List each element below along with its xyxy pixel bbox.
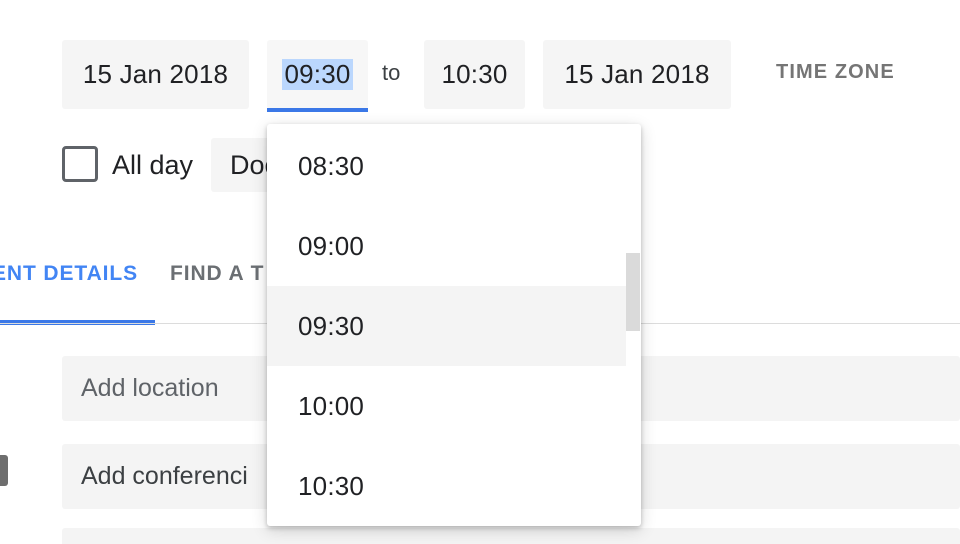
tab-find-a-time[interactable]: FIND A T (170, 262, 264, 286)
start-time-value: 09:30 (282, 58, 353, 91)
sidebar-edge-handle[interactable] (0, 455, 8, 486)
all-day-checkbox[interactable] (62, 146, 98, 182)
dropdown-scrollbar-thumb[interactable] (626, 253, 640, 331)
time-option-label: 09:30 (298, 310, 365, 341)
time-option-1000[interactable]: 10:00 (267, 366, 626, 446)
time-option-0900[interactable]: 09:00 (267, 206, 626, 286)
time-option-label: 08:30 (298, 150, 365, 181)
time-option-0830[interactable]: 08:30 (267, 126, 626, 206)
tab-event-details[interactable]: ENT DETAILS (0, 262, 138, 286)
dropdown-scrollbar-track[interactable] (626, 124, 641, 526)
third-input[interactable] (62, 528, 960, 544)
start-date-value: 15 Jan 2018 (82, 59, 229, 89)
start-date-field[interactable]: 15 Jan 2018 (62, 40, 249, 109)
end-date-value: 15 Jan 2018 (564, 59, 710, 89)
location-placeholder: Add location (81, 374, 219, 402)
end-date-field[interactable]: 15 Jan 2018 (543, 40, 731, 109)
all-day-label: All day (112, 150, 194, 180)
time-option-label: 10:00 (298, 390, 365, 421)
time-option-label: 10:30 (298, 470, 365, 501)
time-zone-button[interactable]: TIME ZONE (776, 61, 895, 84)
start-time-field[interactable]: 09:30 (267, 40, 368, 112)
time-options-dropdown: 08:30 09:00 09:30 10:00 10:30 (267, 124, 641, 526)
to-label: to (382, 60, 401, 85)
end-time-field[interactable]: 10:30 (424, 40, 525, 109)
end-time-value: 10:30 (441, 59, 508, 89)
time-option-0930[interactable]: 09:30 (267, 286, 626, 366)
event-editor-root: 15 Jan 2018 09:30 to 10:30 15 Jan 2018 T… (0, 0, 960, 544)
conferencing-placeholder: Add conferenci (81, 462, 248, 490)
time-option-1030[interactable]: 10:30 (267, 446, 626, 526)
time-option-label: 09:00 (298, 230, 365, 261)
